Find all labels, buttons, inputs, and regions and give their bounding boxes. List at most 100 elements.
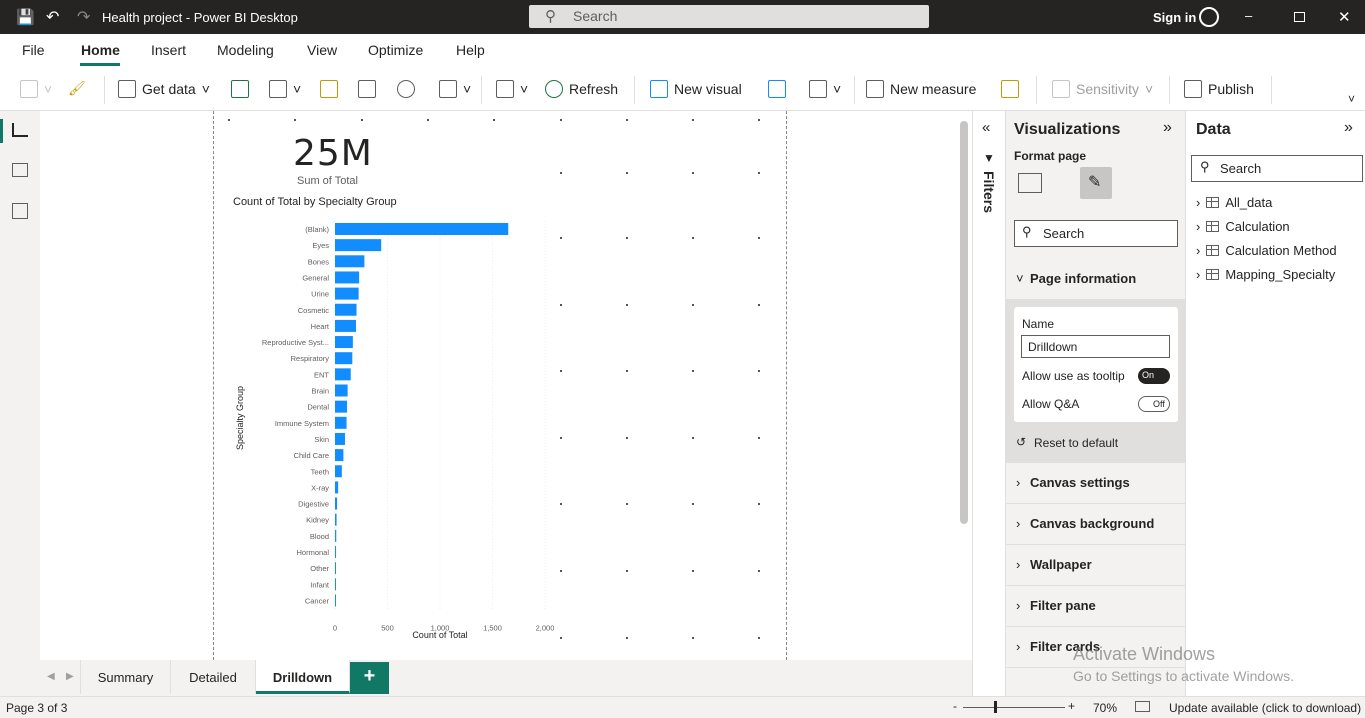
zoom-in-button[interactable]: + (1068, 699, 1075, 713)
qa-label: Allow Q&A (1022, 397, 1080, 411)
data-search-input[interactable]: ⚲ Search (1191, 155, 1363, 182)
menu-file[interactable]: File (22, 42, 45, 58)
chart-bar[interactable] (335, 578, 336, 591)
update-available-link[interactable]: Update available (click to download) (1169, 701, 1361, 715)
new-visual-button[interactable]: New visual (650, 80, 742, 98)
section-filter-pane[interactable]: › Filter pane (1006, 586, 1186, 627)
tooltip-toggle[interactable]: On (1138, 368, 1170, 384)
chart-bar[interactable] (335, 319, 356, 332)
page-name-field[interactable]: Drilldown (1021, 335, 1170, 358)
datahub-icon[interactable]: ˅ (269, 80, 301, 98)
report-view-icon[interactable] (12, 123, 28, 137)
chart-bar[interactable] (335, 465, 342, 478)
restore-icon[interactable] (1294, 12, 1305, 22)
reset-to-default-link[interactable]: Reset to default (1034, 436, 1118, 450)
table-item[interactable]: › All_data (1196, 195, 1272, 210)
section-wallpaper[interactable]: › Wallpaper (1006, 545, 1186, 586)
chart-bar[interactable] (335, 223, 509, 235)
chart-bar[interactable] (335, 400, 348, 413)
chart-bar[interactable] (335, 513, 337, 526)
chart-bar[interactable] (335, 287, 359, 300)
table-item[interactable]: › Calculation Method (1196, 243, 1337, 258)
transform-data-icon[interactable]: ˅ (496, 80, 528, 98)
chart-bar[interactable] (335, 303, 357, 316)
qa-toggle[interactable]: Off (1138, 396, 1170, 412)
close-icon[interactable]: ✕ (1338, 8, 1351, 26)
chart-bar[interactable] (335, 449, 344, 462)
excel-icon[interactable] (231, 80, 249, 98)
tab-drilldown[interactable]: Drilldown (256, 660, 350, 694)
quick-measure-icon[interactable] (1001, 80, 1019, 98)
chart-bar[interactable] (335, 529, 337, 542)
fit-to-page-icon[interactable] (1135, 701, 1150, 712)
chart-bar[interactable] (335, 546, 337, 558)
save-icon[interactable]: 💾 (16, 8, 35, 26)
menu-optimize[interactable]: Optimize (368, 42, 423, 58)
chart-bar[interactable] (335, 352, 353, 365)
add-page-button[interactable]: + (350, 662, 389, 694)
dataverse-icon[interactable] (397, 80, 415, 98)
bar-chart[interactable]: Count of Total by Specialty Group Specia… (228, 190, 568, 645)
chart-bar[interactable] (335, 255, 365, 268)
chart-bar[interactable] (335, 594, 336, 607)
new-measure-button[interactable]: New measure (866, 80, 976, 98)
chart-bar[interactable] (335, 336, 353, 349)
build-visual-icon[interactable] (1018, 173, 1042, 193)
chart-bar[interactable] (335, 416, 347, 429)
minimize-icon[interactable]: – (1245, 8, 1252, 23)
sign-in-button[interactable]: Sign in (1153, 10, 1196, 25)
redo-icon[interactable]: ↷ (77, 7, 90, 27)
search-input[interactable]: ⚲ Search (529, 5, 929, 28)
collapse-data-icon[interactable]: » (1344, 119, 1353, 137)
collapse-ribbon-icon[interactable]: ˅ (1348, 92, 1355, 106)
zoom-out-button[interactable]: - (953, 699, 957, 713)
collapse-viz-icon[interactable]: » (1163, 119, 1172, 137)
zoom-slider-thumb[interactable] (994, 701, 997, 713)
viz-search-input[interactable]: ⚲ Search (1014, 220, 1178, 247)
format-page-icon[interactable]: ✎ (1080, 167, 1112, 199)
table-view-icon[interactable] (12, 163, 28, 177)
sensitivity-button[interactable]: Sensitivity ˅ (1052, 80, 1153, 98)
menu-help[interactable]: Help (456, 42, 485, 58)
undo-icon[interactable]: ↶ (46, 7, 59, 27)
zoom-slider[interactable] (963, 707, 1065, 708)
enter-data-icon[interactable] (358, 80, 376, 98)
paste-icon[interactable]: ˅ (20, 80, 52, 98)
table-item[interactable]: › Mapping_Specialty (1196, 267, 1335, 282)
filters-pane[interactable]: « ▼ Filters (972, 111, 1005, 696)
account-icon[interactable] (1199, 7, 1219, 27)
format-painter-icon[interactable]: 🖌 (68, 80, 86, 97)
chart-bar[interactable] (335, 481, 339, 494)
canvas-scrollbar[interactable] (960, 121, 968, 524)
expand-filters-icon[interactable]: « (982, 119, 990, 136)
chart-bar[interactable] (335, 432, 345, 445)
more-visuals-icon[interactable]: ˅ (809, 80, 841, 98)
refresh-button[interactable]: Refresh (545, 80, 618, 98)
section-canvas-background[interactable]: › Canvas background (1006, 504, 1186, 545)
section-page-information[interactable]: ˅ Page information (1006, 259, 1186, 300)
sql-icon[interactable] (320, 80, 338, 98)
chart-bar[interactable] (335, 497, 338, 510)
recent-sources-icon[interactable]: ˅ (439, 80, 471, 98)
menu-home[interactable]: Home (81, 42, 120, 58)
model-view-icon[interactable] (12, 203, 28, 219)
publish-button[interactable]: Publish (1184, 80, 1254, 98)
tab-prev-icon[interactable]: ◀ (47, 671, 55, 682)
section-canvas-settings[interactable]: › Canvas settings (1006, 463, 1186, 504)
menu-view[interactable]: View (307, 42, 337, 58)
tab-detailed[interactable]: Detailed (171, 660, 256, 694)
viz-title: Visualizations (1014, 121, 1121, 138)
get-data-button[interactable]: Get data ˅ (118, 80, 210, 98)
tab-summary[interactable]: Summary (80, 660, 171, 694)
chart-bar[interactable] (335, 562, 336, 575)
table-item[interactable]: › Calculation (1196, 219, 1290, 234)
menu-insert[interactable]: Insert (151, 42, 186, 58)
card-value[interactable]: 25M (293, 133, 373, 174)
chart-bar[interactable] (335, 271, 360, 284)
chart-bar[interactable] (335, 368, 351, 381)
tab-next-icon[interactable]: ▶ (66, 671, 74, 682)
text-box-icon[interactable] (768, 80, 786, 98)
chart-bar[interactable] (335, 239, 382, 252)
menu-modeling[interactable]: Modeling (217, 42, 274, 58)
chart-bar[interactable] (335, 384, 348, 397)
